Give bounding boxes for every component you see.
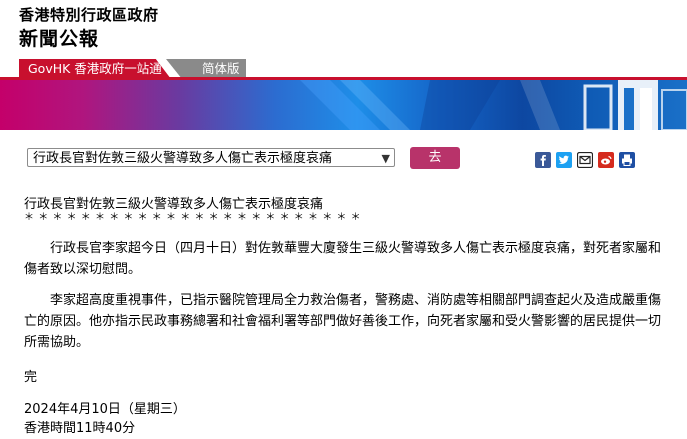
gov-name: 香港特別行政區政府 [19, 6, 159, 24]
end-mark: 完 [24, 370, 38, 385]
simplified-chinese-link[interactable]: 简体版 [166, 59, 246, 79]
release-date: 2024年4月10日（星期三） [24, 402, 186, 417]
article-paragraph: 行政長官李家超今日（四月十日）對佐敦華豐大廈發生三級火警導致多人傷亡表示極度哀痛… [24, 241, 662, 277]
banner-graphic [300, 80, 687, 130]
page: 香港特別行政區政府 新聞公報 GovHK 香港政府一站通 简体版 行政長官對佐敦… [0, 0, 687, 439]
email-icon[interactable] [577, 152, 593, 168]
title-divider: ＊＊＊＊＊＊＊＊＊＊＊＊＊＊＊＊＊＊＊＊＊＊＊＊ [24, 212, 365, 223]
release-time: 香港時間11時40分 [24, 421, 136, 436]
print-icon[interactable] [619, 152, 635, 168]
article-paragraph: 李家超高度重視事件，已指示醫院管理局全力救治傷者，警務處、消防處等相關部門調查起… [24, 293, 662, 350]
select-value: 行政長官對佐敦三級火警導致多人傷亡表示極度哀痛 [33, 151, 333, 166]
twitter-icon[interactable] [556, 152, 572, 168]
chevron-down-icon: ▼ [381, 152, 390, 165]
weibo-icon[interactable] [598, 152, 614, 168]
facebook-icon[interactable] [535, 152, 551, 168]
go-button[interactable]: 去 [410, 147, 460, 169]
site-title: 新聞公報 [19, 28, 100, 50]
top-nav: GovHK 香港政府一站通 简体版 [0, 59, 687, 79]
press-release-select[interactable]: 行政長官對佐敦三級火警導致多人傷亡表示極度哀痛 ▼ [27, 148, 395, 167]
govhk-link[interactable]: GovHK 香港政府一站通 [19, 59, 171, 79]
header-banner [0, 80, 687, 130]
